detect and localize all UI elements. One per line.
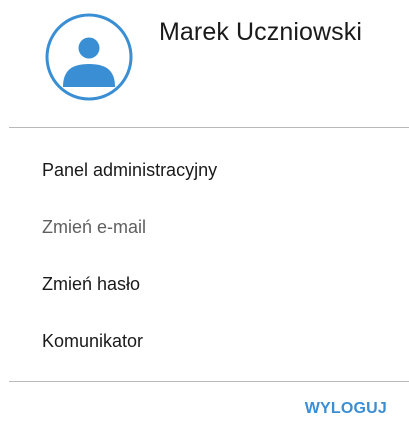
user-menu-panel: Marek Uczniowski Panel administracyjny Z… [0, 0, 409, 430]
menu-item-change-email[interactable]: Zmień e-mail [42, 217, 146, 238]
menu-item-admin-panel[interactable]: Panel administracyjny [42, 160, 217, 181]
user-avatar-icon [45, 13, 133, 101]
logout-button[interactable]: WYLOGUJ [305, 400, 387, 418]
bottom-divider [9, 381, 409, 382]
menu-item-change-password[interactable]: Zmień hasło [42, 274, 140, 295]
top-divider [9, 127, 409, 128]
menu-item-messenger[interactable]: Komunikator [42, 331, 143, 352]
user-name: Marek Uczniowski [159, 18, 363, 46]
